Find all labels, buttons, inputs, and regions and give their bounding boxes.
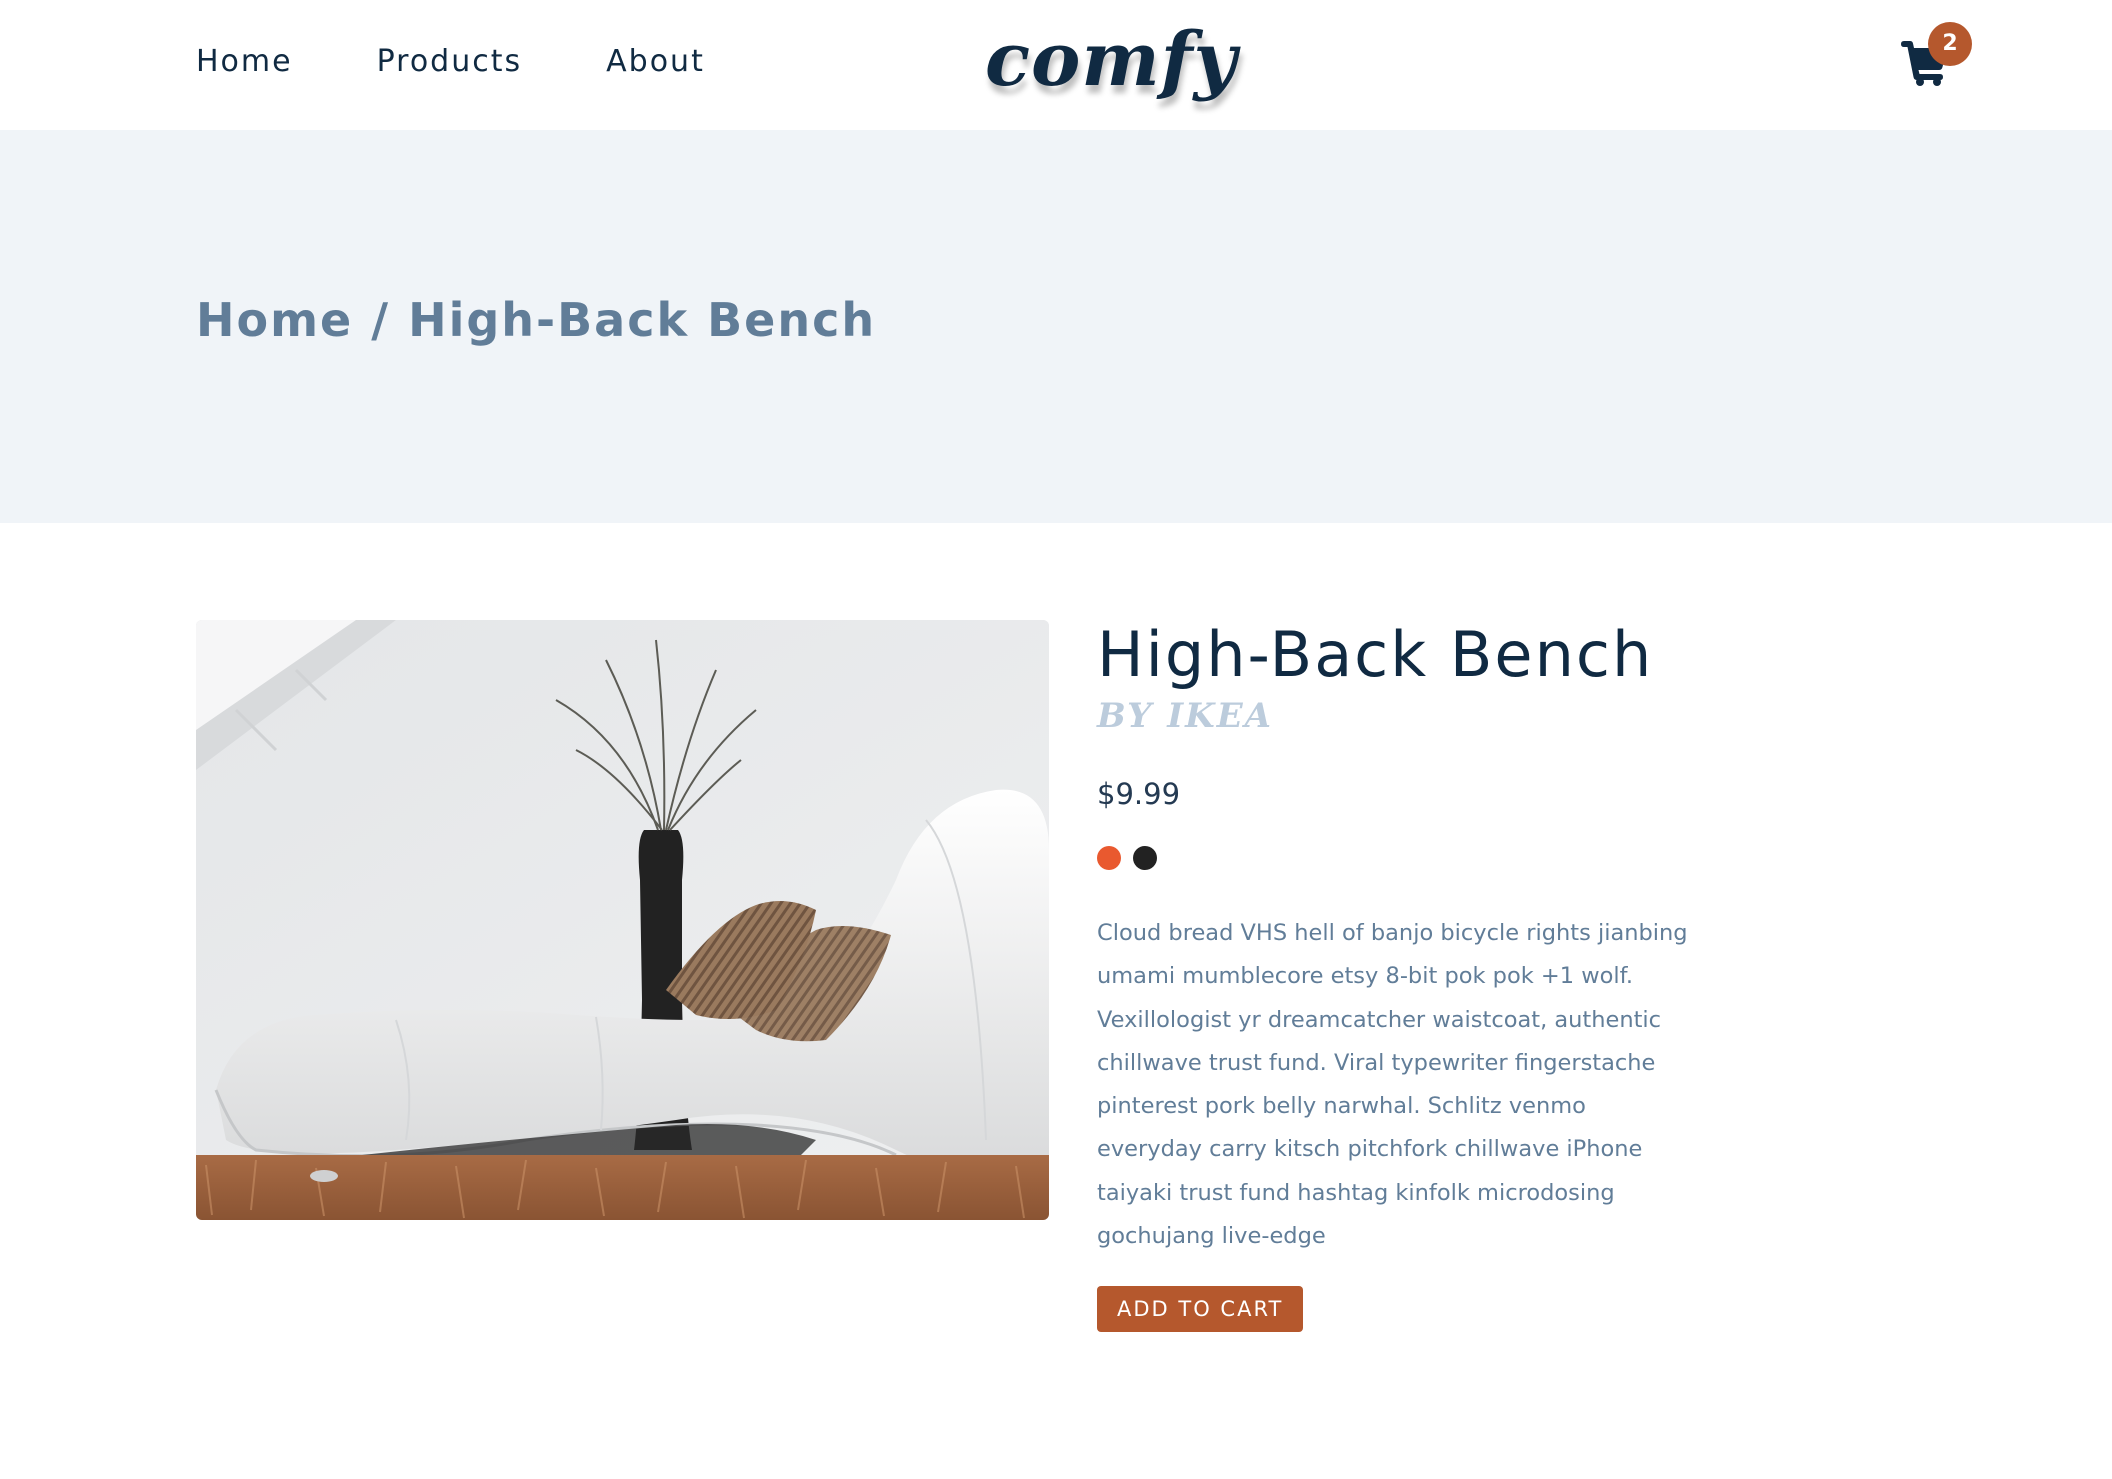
navbar: Home Products About comfy 2 bbox=[0, 0, 2112, 130]
color-options bbox=[1097, 846, 1717, 870]
breadcrumb-home-link[interactable]: Home bbox=[196, 293, 353, 347]
cart-count-badge: 2 bbox=[1928, 22, 1972, 66]
product-price: $9.99 bbox=[1097, 777, 1181, 811]
product-description: Cloud bread VHS hell of banjo bicycle ri… bbox=[1097, 920, 1688, 1250]
add-to-cart-button[interactable]: ADD TO CART bbox=[1097, 1286, 1304, 1333]
nav-link-home[interactable]: Home bbox=[196, 40, 293, 84]
nav-link-products[interactable]: Products bbox=[377, 40, 523, 84]
product-company: BY IKEA bbox=[1097, 696, 1273, 736]
color-option-black[interactable] bbox=[1133, 846, 1157, 870]
nav-link-about[interactable]: About bbox=[606, 40, 705, 84]
breadcrumb-current: High-Back Bench bbox=[408, 293, 877, 347]
product-image bbox=[196, 620, 1049, 1220]
product-title: High-Back Bench bbox=[1097, 618, 1654, 691]
breadcrumb: Home / High-Back Bench bbox=[196, 290, 876, 350]
product-info: High-Back Bench BY IKEA $9.99 Cloud brea… bbox=[1097, 610, 1717, 1333]
logo[interactable]: comfy bbox=[985, 12, 1238, 108]
breadcrumb-separator: / bbox=[353, 293, 409, 347]
color-option-red[interactable] bbox=[1097, 846, 1121, 870]
page-hero: Home / High-Back Bench bbox=[0, 130, 2112, 523]
nav-links: Home Products About bbox=[196, 40, 789, 84]
